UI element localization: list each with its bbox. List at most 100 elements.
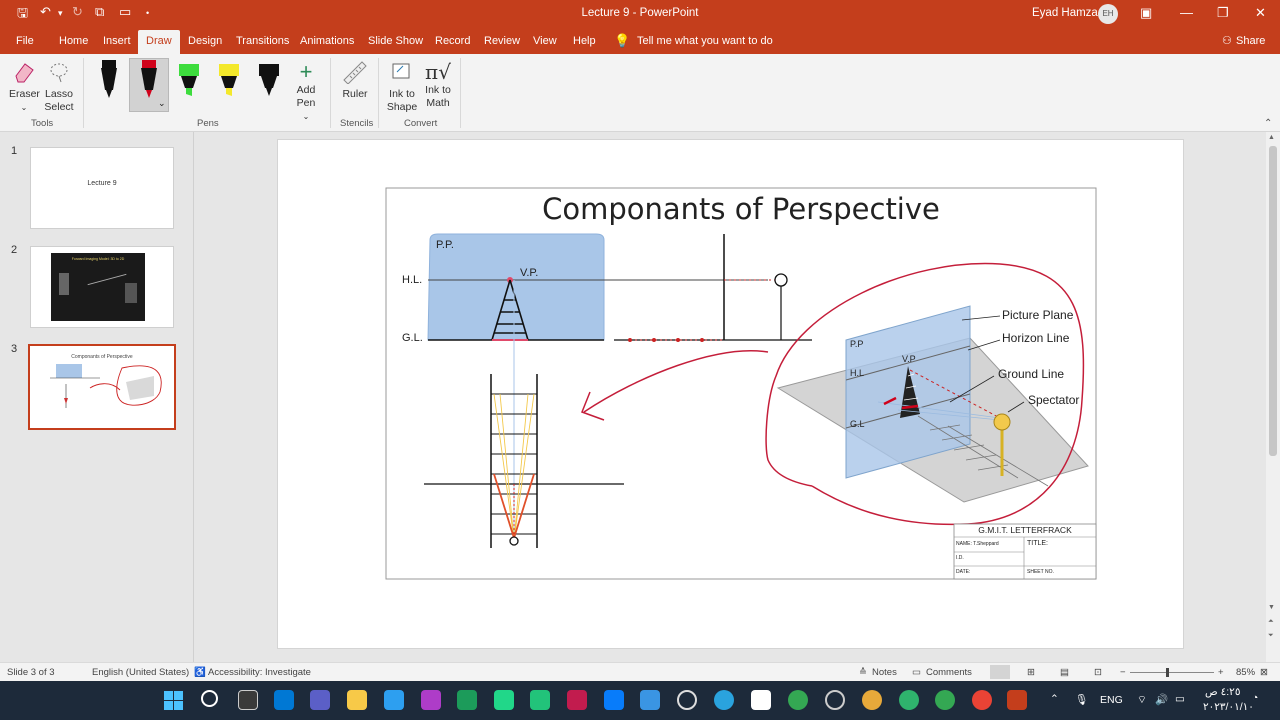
clock-time[interactable]: ٤:٢٥ ص — [1205, 686, 1240, 698]
tab-slide-show[interactable]: Slide Show — [368, 35, 423, 47]
tab-review[interactable]: Review — [484, 35, 520, 47]
close-icon[interactable]: ✕ — [1255, 5, 1266, 21]
pycharm-icon[interactable] — [494, 690, 514, 710]
pen-red-icon[interactable] — [137, 60, 161, 100]
ink-to-math-button[interactable]: π√ Ink to Math — [421, 60, 455, 110]
search-icon[interactable] — [201, 690, 218, 707]
highlighter-yellow-icon[interactable] — [217, 60, 241, 100]
chrome-profile-icon[interactable] — [862, 690, 882, 710]
vertical-scrollbar[interactable]: ▲ ▼ ⏶ ⏷ — [1266, 132, 1280, 662]
slideshow-view-icon[interactable]: ⊡ — [1094, 667, 1102, 678]
picture-plane-label: Picture Plane — [1002, 308, 1074, 322]
show-hidden-icons[interactable]: ⌃ — [1050, 693, 1059, 705]
chrome-icon[interactable] — [788, 690, 808, 710]
hl-label: H.L. — [402, 274, 423, 286]
avatar[interactable]: EH — [1098, 4, 1118, 24]
notification-icon[interactable]: ◔ — [1252, 692, 1258, 704]
mail-icon[interactable] — [384, 690, 404, 710]
chrome-profile-icon[interactable] — [899, 690, 919, 710]
slide-thumbnail-1[interactable]: Lecture 9 — [30, 147, 174, 229]
tell-me-search[interactable]: Tell me what you want to do — [637, 35, 773, 47]
slide-thumbnail-3[interactable]: Componants of Perspective — [28, 344, 176, 430]
pen-options-chevron-icon[interactable]: ⌄ — [158, 98, 166, 109]
slide-title[interactable]: Componants of Perspective — [386, 192, 1096, 226]
add-pen-button[interactable]: + Add Pen ⌄ — [291, 60, 321, 123]
notion-icon[interactable] — [751, 690, 771, 710]
github-icon[interactable] — [677, 690, 697, 710]
maximize-icon[interactable]: ❐ — [1217, 5, 1229, 21]
zoom-slider[interactable] — [1130, 672, 1214, 673]
thumb-shape — [125, 283, 137, 303]
clock-date[interactable]: ٢٠٢٣/٠١/١٠ — [1203, 701, 1254, 713]
powerpoint-icon[interactable] — [1007, 690, 1027, 710]
azure-data-studio-icon[interactable] — [640, 690, 660, 710]
pencil-black-icon[interactable] — [257, 60, 281, 100]
scrollbar-thumb[interactable] — [1269, 146, 1277, 456]
normal-view-icon[interactable] — [990, 665, 1010, 679]
ribbon-display-icon[interactable]: ▣ — [1140, 5, 1152, 21]
tab-animations[interactable]: Animations — [300, 35, 354, 47]
tab-draw[interactable]: Draw — [138, 30, 180, 54]
ink-to-shape-label: Ink to Shape — [386, 88, 418, 113]
zoom-in-icon[interactable]: + — [1218, 667, 1224, 678]
teams-chat-icon[interactable] — [310, 690, 330, 710]
slide-canvas[interactable]: Componants of Perspective P.P. H.L. G.L.… — [277, 139, 1184, 649]
slide-sorter-icon[interactable]: ⊞ — [1027, 667, 1035, 678]
scroll-down-icon[interactable]: ▼ — [1268, 604, 1275, 611]
datagrip-icon[interactable] — [530, 690, 550, 710]
wifi-icon[interactable]: ⌔ — [1137, 693, 1147, 707]
rider-icon[interactable] — [567, 690, 587, 710]
zoom-level[interactable]: 85% — [1236, 667, 1255, 678]
intellij-icon[interactable] — [604, 690, 624, 710]
chatgpt-icon[interactable] — [825, 690, 845, 710]
microphone-icon[interactable]: 🎙 — [1075, 693, 1088, 706]
input-language[interactable]: ENG — [1100, 694, 1123, 706]
ribbon-draw: Eraser ⌄ Lasso Select Tools ⌄ + Add Pen … — [0, 54, 1280, 132]
tab-insert[interactable]: Insert — [103, 35, 131, 47]
chrome-profile-icon[interactable] — [935, 690, 955, 710]
tab-transitions[interactable]: Transitions — [236, 35, 289, 47]
minimize-icon[interactable]: — — [1180, 5, 1193, 20]
user-name[interactable]: Eyad Hamza — [1032, 7, 1098, 19]
collapse-ribbon-icon[interactable]: ⌃ — [1264, 118, 1272, 129]
volume-icon[interactable]: 🔊 — [1155, 693, 1168, 706]
widgets-icon[interactable] — [274, 690, 294, 710]
tab-home[interactable]: Home — [59, 35, 88, 47]
scroll-up-icon[interactable]: ▲ — [1268, 134, 1275, 141]
accessibility-status[interactable]: Accessibility: Investigate — [208, 667, 311, 678]
telegram-icon[interactable] — [714, 690, 734, 710]
task-view-icon[interactable] — [238, 690, 258, 710]
share-button[interactable]: Share — [1236, 35, 1265, 47]
zoom-out-icon[interactable]: − — [1120, 667, 1126, 678]
ruler-button[interactable]: Ruler — [339, 60, 371, 101]
reading-view-icon[interactable]: ▤ — [1060, 667, 1069, 678]
battery-icon[interactable]: ▭ — [1175, 693, 1185, 705]
pen-black-icon[interactable] — [97, 60, 121, 100]
comments-button[interactable]: Comments — [926, 667, 972, 678]
fit-to-window-icon[interactable]: ⊠ — [1260, 667, 1268, 678]
highlighter-green-icon[interactable] — [177, 60, 201, 100]
file-explorer-icon[interactable] — [347, 690, 367, 710]
tab-view[interactable]: View — [533, 35, 557, 47]
ruler-label: Ruler — [342, 88, 368, 100]
lasso-select-button[interactable]: Lasso Select — [43, 60, 75, 114]
add-icon: + — [299, 59, 313, 84]
tab-help[interactable]: Help — [573, 35, 596, 47]
next-slide-icon[interactable]: ⏷ — [1268, 632, 1274, 640]
lasso-icon — [50, 63, 68, 83]
ink-to-shape-button[interactable]: Ink to Shape — [385, 60, 419, 114]
language-status[interactable]: English (United States) — [92, 667, 189, 678]
previous-slide-icon[interactable]: ⏶ — [1268, 618, 1274, 626]
chrome-profile-icon[interactable] — [972, 690, 992, 710]
windows-start-icon[interactable] — [164, 691, 183, 710]
notes-button[interactable]: Notes — [872, 667, 897, 678]
slide-thumbnail-2[interactable]: Forward Imaging Model: 3D to 2D — [30, 246, 174, 328]
phpstorm-icon[interactable] — [421, 690, 441, 710]
tab-design[interactable]: Design — [188, 35, 222, 47]
tab-record[interactable]: Record — [435, 35, 470, 47]
tab-file[interactable]: File — [16, 35, 34, 47]
webstorm-icon[interactable] — [457, 690, 477, 710]
zoom-slider-thumb[interactable] — [1166, 668, 1169, 677]
eraser-button[interactable]: Eraser ⌄ — [9, 60, 40, 114]
ink-to-shape-icon — [392, 63, 410, 79]
